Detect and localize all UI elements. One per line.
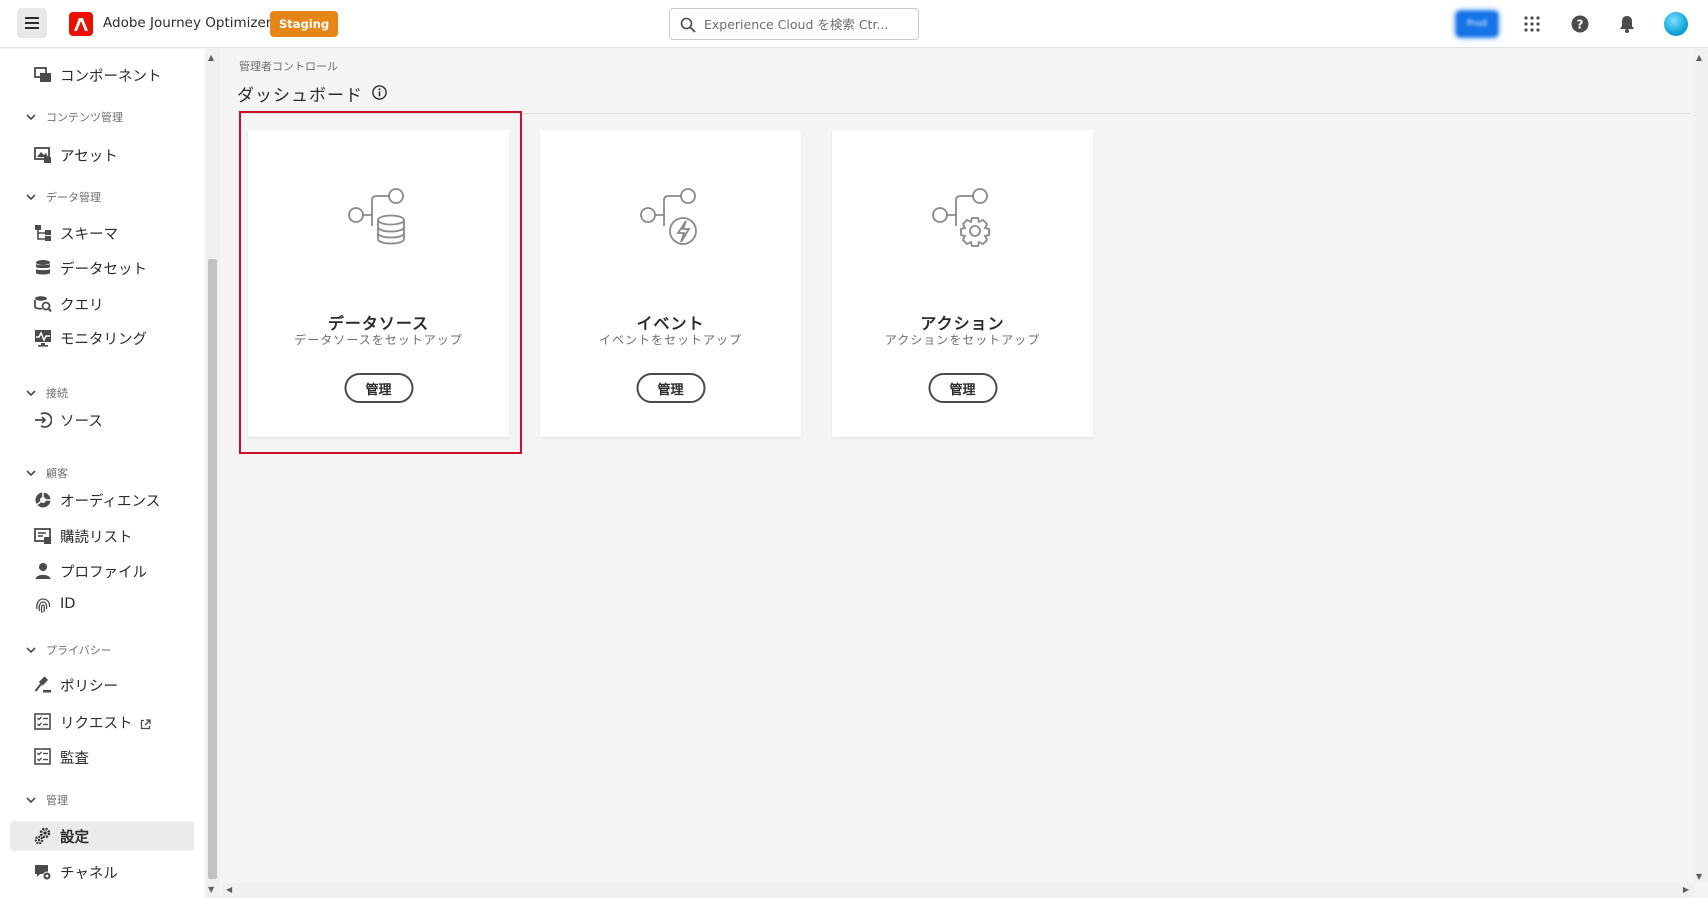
help-icon[interactable]: ?	[1568, 12, 1592, 36]
page-title: ダッシュボード	[237, 86, 363, 106]
chevron-down-icon	[26, 113, 36, 121]
action-icon	[932, 188, 990, 247]
hamburger-icon	[25, 17, 39, 29]
sidebar-scrollbar-thumb[interactable]	[208, 259, 217, 879]
card-events[interactable]: イベント イベントをセットアップ 管理	[540, 130, 801, 437]
card-data-sources[interactable]: データソース データソースをセットアップ 管理	[248, 130, 509, 437]
top-bar: Adobe Journey Optimizer Staging Prod ?	[0, 0, 1708, 48]
sidebar-item-subscription-lists[interactable]: 購読リスト	[10, 521, 194, 551]
search-box[interactable]	[669, 8, 919, 40]
sidebar-item-settings[interactable]: 設定	[10, 821, 194, 851]
sidebar-item-sources[interactable]: ソース	[10, 405, 194, 435]
hamburger-menu-button[interactable]	[17, 8, 47, 38]
sidebar-item-audit[interactable]: 監査	[10, 742, 194, 772]
sidebar-item-queries[interactable]: クエリ	[10, 289, 194, 319]
sidebar-item-identities[interactable]: ID	[10, 591, 194, 621]
notification-bell-icon[interactable]	[1615, 12, 1639, 36]
sidebar-section-administration[interactable]: 管理	[26, 790, 68, 810]
fingerprint-icon	[34, 597, 52, 615]
environment-badge[interactable]: Staging	[270, 11, 339, 37]
chevron-down-icon	[26, 469, 36, 477]
channels-icon	[34, 863, 52, 881]
sidebar-item-datasets[interactable]: データセット	[10, 253, 194, 283]
card-subtitle: アクションをセットアップ	[884, 333, 1041, 347]
sidebar-section-data-management[interactable]: データ管理	[26, 187, 101, 207]
dataset-icon	[34, 259, 52, 277]
sidebar-section-privacy[interactable]: プライバシー	[26, 640, 112, 660]
gears-icon	[34, 827, 52, 845]
scroll-down-arrow-icon[interactable]: ▼	[1696, 872, 1702, 881]
manage-events-button[interactable]: 管理	[636, 373, 705, 403]
card-subtitle: イベントをセットアップ	[598, 333, 742, 347]
checklist-icon	[34, 748, 52, 766]
sidebar-item-requests[interactable]: リクエスト	[10, 707, 194, 737]
sidebar-item-audiences[interactable]: オーディエンス	[10, 485, 194, 515]
scroll-left-arrow-icon[interactable]: ◀	[226, 885, 232, 894]
scroll-up-arrow-icon[interactable]: ▲	[208, 53, 214, 62]
external-link-icon	[140, 718, 151, 729]
sidebar-item-profiles[interactable]: プロファイル	[10, 556, 194, 586]
sources-icon	[34, 411, 52, 429]
audiences-icon	[34, 491, 52, 509]
svg-text:?: ?	[1577, 18, 1584, 32]
sidebar-item-policies[interactable]: ポリシー	[10, 670, 194, 700]
sidebar-section-content-management[interactable]: コンテンツ管理	[26, 107, 123, 127]
chevron-down-icon	[26, 389, 36, 397]
chevron-down-icon	[26, 796, 36, 804]
components-icon	[34, 66, 52, 84]
card-actions[interactable]: アクション アクションをセットアップ 管理	[832, 130, 1093, 437]
breadcrumb[interactable]: 管理者コントロール	[239, 58, 338, 74]
monitoring-icon	[34, 329, 52, 347]
main-vertical-scrollbar[interactable]: ▲ ▼	[1693, 49, 1708, 883]
adobe-logo-icon[interactable]	[69, 12, 93, 36]
card-subtitle: データソースをセットアップ	[294, 333, 463, 347]
user-avatar[interactable]	[1664, 12, 1688, 36]
event-icon	[640, 188, 697, 245]
manage-actions-button[interactable]: 管理	[928, 373, 997, 403]
search-input[interactable]	[704, 16, 909, 32]
gavel-icon	[34, 676, 52, 694]
profile-icon	[34, 562, 52, 580]
sidebar-item-assets[interactable]: アセット	[10, 140, 194, 170]
chevron-down-icon	[26, 193, 36, 201]
main-horizontal-scrollbar[interactable]: ◀ ▶	[222, 883, 1693, 898]
schema-icon	[34, 224, 52, 242]
query-icon	[34, 295, 52, 313]
sidebar-section-customers[interactable]: 顧客	[26, 463, 68, 483]
data-source-icon	[348, 188, 405, 245]
org-switcher-button[interactable]: Prod	[1456, 11, 1498, 37]
info-icon[interactable]	[372, 85, 387, 100]
sidebar: コンポーネント コンテンツ管理 アセット データ管理 スキーマ データセット ク…	[0, 49, 205, 898]
assets-icon	[34, 146, 52, 164]
scroll-up-arrow-icon[interactable]: ▲	[1696, 53, 1702, 62]
manage-data-sources-button[interactable]: 管理	[344, 373, 413, 403]
checklist-icon	[34, 713, 52, 731]
sidebar-item-components[interactable]: コンポーネント	[10, 60, 194, 90]
sidebar-scrollbar[interactable]: ▲ ▼	[205, 49, 220, 898]
apps-grid-icon[interactable]	[1520, 12, 1544, 36]
chevron-down-icon	[26, 646, 36, 654]
scroll-right-arrow-icon[interactable]: ▶	[1683, 885, 1689, 894]
sidebar-section-connections[interactable]: 接続	[26, 383, 68, 403]
sidebar-item-channels[interactable]: チャネル	[10, 857, 194, 887]
search-icon	[680, 17, 696, 33]
scroll-down-arrow-icon[interactable]: ▼	[208, 885, 214, 894]
sidebar-item-schemas[interactable]: スキーマ	[10, 218, 194, 248]
sidebar-item-monitoring[interactable]: モニタリング	[10, 323, 194, 353]
app-title[interactable]: Adobe Journey Optimizer	[103, 15, 271, 31]
subscription-list-icon	[34, 527, 52, 545]
